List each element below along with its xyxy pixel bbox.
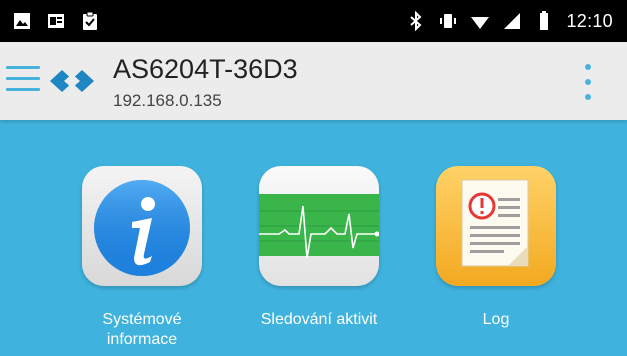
status-bar: 12:10 — [0, 0, 627, 42]
wifi-icon — [471, 17, 490, 29]
status-bar-system: 12:10 — [406, 0, 613, 42]
battery-icon — [540, 11, 549, 30]
log-label: Log — [482, 311, 510, 328]
overflow-menu-button[interactable] — [578, 62, 598, 102]
activity-monitor-tile[interactable] — [259, 166, 380, 286]
clipboard-check-icon — [83, 11, 97, 30]
asustor-logo-icon — [50, 70, 94, 92]
status-bar-time: 12:10 — [566, 10, 613, 31]
overflow-dot-icon — [585, 64, 591, 70]
hamburger-icon — [6, 66, 40, 69]
menu-button[interactable] — [6, 64, 42, 96]
heartbeat-monitor-icon — [259, 194, 380, 259]
info-icon — [94, 180, 190, 276]
overflow-dot-icon — [585, 79, 591, 85]
activity-monitor-label: Sledování aktivit — [260, 311, 378, 328]
device-name: AS6204T-36D3 — [113, 54, 298, 84]
hamburger-icon — [6, 88, 40, 91]
status-bar-notifications — [12, 0, 100, 42]
device-ip-address: 192.168.0.135 — [113, 91, 222, 110]
vibrate-icon — [440, 14, 457, 28]
log-tile[interactable] — [436, 166, 556, 286]
overflow-dot-icon — [585, 94, 591, 100]
bluetooth-icon — [410, 11, 422, 31]
image-icon — [14, 13, 30, 29]
log-document-icon — [461, 179, 529, 267]
system-information-tile[interactable] — [82, 166, 202, 286]
system-information-label: Systémové informace — [102, 311, 182, 348]
hamburger-icon — [6, 77, 40, 80]
cell-signal-icon — [504, 13, 521, 29]
mail-icon — [48, 14, 64, 28]
app-bar: AS6204T-36D3 192.168.0.135 — [0, 42, 627, 120]
